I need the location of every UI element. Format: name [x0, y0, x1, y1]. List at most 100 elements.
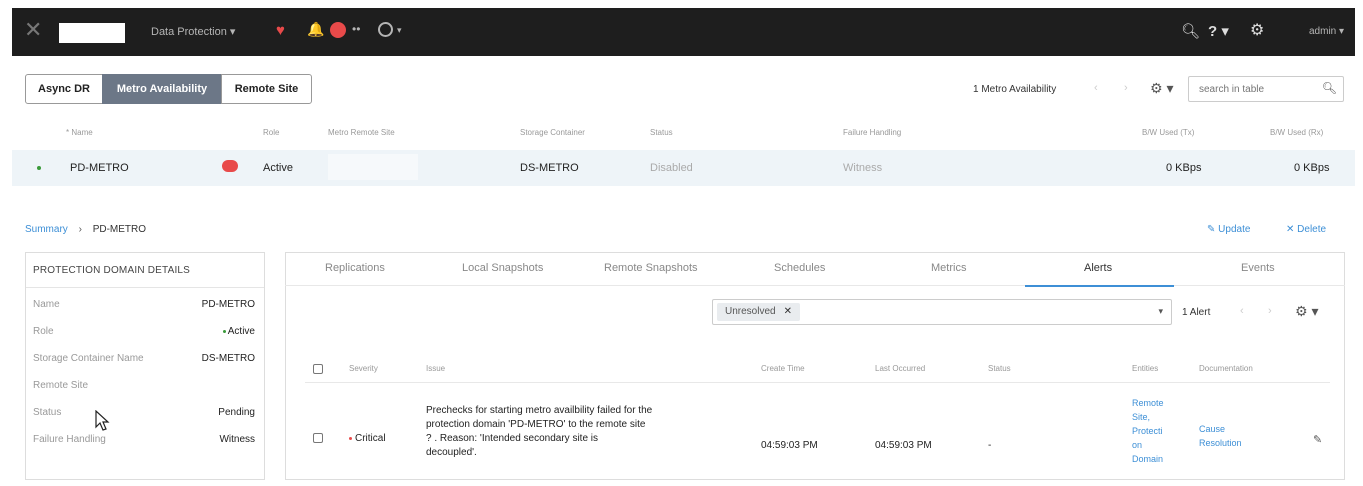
cell-name[interactable]: PD-METRO [70, 162, 129, 174]
issue-cell[interactable]: Prechecks for starting metro availbility… [426, 404, 726, 460]
detail-value: Pending [218, 407, 255, 418]
detail-key: Status [33, 407, 62, 418]
panel-divider [26, 287, 264, 288]
col-failure-handling[interactable]: Failure Handling [843, 128, 901, 137]
col-role[interactable]: Role [263, 128, 279, 137]
detail-value: Witness [219, 434, 255, 445]
cell-bw-tx: 0 KBps [1166, 162, 1202, 174]
chip-close-icon[interactable]: ✕ [784, 306, 792, 317]
col-metro-remote-site[interactable]: Metro Remote Site [328, 128, 395, 137]
panel-title: PROTECTION DOMAIN DETAILS [33, 265, 191, 276]
tab-schedules[interactable]: Schedules [774, 262, 825, 274]
col-bw-rx[interactable]: B/W Used (Rx) [1270, 128, 1323, 137]
tab-metro-availability[interactable]: Metro Availability [102, 74, 222, 104]
table-settings-gear-icon[interactable]: ⚙ ▾ [1150, 80, 1173, 97]
entity-line: on [1132, 440, 1143, 450]
last-occurred-cell: 04:59:03 PM [875, 440, 932, 451]
detail-value: PD-METRO [201, 299, 255, 310]
col-documentation[interactable]: Documentation [1199, 364, 1253, 373]
col-issue[interactable]: Issue [426, 364, 445, 373]
delete-button[interactable]: ✕ Delete [1286, 224, 1326, 235]
detail-key: Role [33, 326, 54, 337]
detail-value: Active [222, 326, 255, 337]
entity-line: Domain [1132, 454, 1164, 464]
cell-status: Disabled [650, 162, 693, 174]
cell-container: DS-METRO [520, 162, 579, 174]
col-entities[interactable]: Entities [1132, 364, 1158, 373]
prev-page-icon[interactable]: ‹ [1094, 82, 1098, 94]
detail-key: Name [33, 299, 60, 310]
bell-icon[interactable]: 🔔 [307, 21, 324, 38]
result-count: 1 Metro Availability [973, 84, 1057, 95]
tab-metrics[interactable]: Metrics [931, 262, 966, 274]
tab-replications[interactable]: Replications [325, 262, 385, 274]
alerts-header-divider [305, 382, 1330, 383]
issue-line: decoupled'. [426, 447, 477, 458]
cell-failure-handling: Witness [843, 162, 883, 174]
row-checkbox[interactable] [313, 433, 323, 443]
tab-async-dr[interactable]: Async DR [25, 74, 103, 104]
next-page-icon[interactable]: › [1268, 305, 1272, 317]
alert-filter-select[interactable]: Unresolved ✕ ▾ [712, 299, 1172, 325]
top-nav-bar: ✕ Data Protection ▾ ♥ 🔔 •• ▾ 🔍︎ ? ▾ ⚙ ad… [12, 8, 1355, 56]
task-circle-icon[interactable] [378, 22, 393, 37]
detail-key: Remote Site [33, 380, 89, 391]
alerts-settings-gear-icon[interactable]: ⚙ ▾ [1295, 303, 1318, 320]
tab-local-snapshots[interactable]: Local Snapshots [462, 262, 543, 274]
prev-page-icon[interactable]: ‹ [1240, 305, 1244, 317]
edit-pencil-icon[interactable]: ✎ [1313, 433, 1322, 446]
entity-line: Remote [1132, 398, 1164, 408]
update-button[interactable]: ✎ Update [1207, 224, 1250, 235]
col-status[interactable]: Status [650, 128, 673, 137]
status-cell: - [988, 440, 992, 451]
table-search-input[interactable] [1189, 77, 1319, 101]
col-severity[interactable]: Severity [349, 364, 378, 373]
entity-line: Site, [1132, 412, 1151, 422]
detail-key: Failure Handling [33, 434, 106, 445]
resolution-link[interactable]: Resolution [1199, 436, 1242, 450]
detail-value: DS-METRO [201, 353, 255, 364]
tab-remote-site[interactable]: Remote Site [221, 74, 312, 104]
more-dots[interactable]: •• [352, 22, 360, 36]
col-create-time[interactable]: Create Time [761, 364, 805, 373]
col-status[interactable]: Status [988, 364, 1011, 373]
breadcrumb-summary-link[interactable]: Summary [25, 224, 68, 235]
tab-events[interactable]: Events [1241, 262, 1275, 274]
alert-count: 1 Alert [1182, 307, 1211, 318]
entities-link[interactable]: Remote Site, Protecti on Domain [1132, 396, 1164, 466]
tab-alerts[interactable]: Alerts [1084, 262, 1112, 274]
mouse-cursor-icon [95, 410, 110, 431]
table-search[interactable]: 🔍︎ [1188, 76, 1344, 102]
col-last-occurred[interactable]: Last Occurred [875, 364, 925, 373]
detail-key: Storage Container Name [33, 353, 144, 364]
data-protection-menu[interactable]: Data Protection ▾ [151, 25, 235, 38]
search-icon[interactable]: 🔍︎ [1322, 81, 1337, 95]
search-icon[interactable]: 🔍︎ [1181, 22, 1200, 40]
col-name[interactable]: * Name [66, 128, 93, 137]
active-tab-indicator [1025, 285, 1174, 287]
health-heart-icon[interactable]: ♥ [276, 22, 285, 39]
create-time-cell: 04:59:03 PM [761, 440, 818, 451]
cause-link[interactable]: Cause [1199, 422, 1242, 436]
cell-bw-rx: 0 KBps [1294, 162, 1330, 174]
documentation-links: Cause Resolution [1199, 422, 1242, 450]
next-page-icon[interactable]: › [1124, 82, 1128, 94]
filter-chip-unresolved[interactable]: Unresolved ✕ [717, 303, 800, 321]
col-storage-container[interactable]: Storage Container [520, 128, 585, 137]
user-menu[interactable]: admin ▾ [1309, 26, 1344, 37]
settings-gear-icon[interactable]: ⚙ [1250, 20, 1264, 40]
help-menu[interactable]: ? ▾ [1208, 22, 1229, 40]
cell-role: Active [263, 162, 293, 174]
breadcrumb: Summary › PD-METRO [25, 224, 146, 235]
severity-cell: Critical [349, 433, 386, 444]
col-bw-tx[interactable]: B/W Used (Tx) [1142, 128, 1194, 137]
active-dot [222, 329, 226, 333]
breadcrumb-separator: › [78, 224, 82, 235]
chevron-down-icon[interactable]: ▾ [1158, 306, 1163, 317]
tab-remote-snapshots[interactable]: Remote Snapshots [604, 262, 698, 274]
close-x-icon[interactable]: ✕ [24, 19, 44, 41]
task-caret-icon[interactable]: ▾ [397, 25, 402, 36]
issue-line: Prechecks for starting metro availbility… [426, 405, 653, 416]
select-all-checkbox[interactable] [313, 364, 323, 374]
alert-count-badge[interactable] [330, 22, 346, 38]
